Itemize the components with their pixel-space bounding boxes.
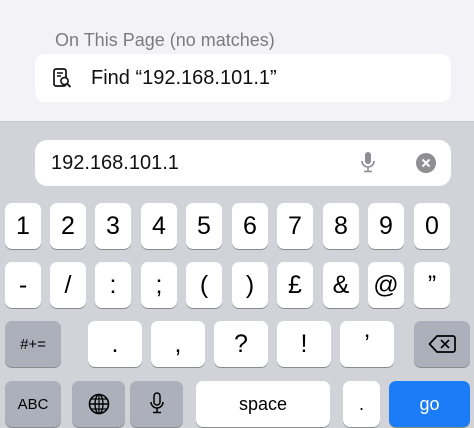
key-6[interactable]: 6 [232, 203, 268, 249]
key-period[interactable]: . [88, 321, 142, 367]
key-hyphen[interactable]: - [5, 262, 41, 308]
key-semicolon[interactable]: ; [141, 262, 177, 308]
key-5[interactable]: 5 [186, 203, 222, 249]
key-0[interactable]: 0 [414, 203, 450, 249]
find-on-page-panel: On This Page (no matches) Find “192.168.… [0, 0, 474, 122]
document-search-icon [51, 67, 73, 89]
key-open-paren[interactable]: ( [186, 262, 222, 308]
key-8[interactable]: 8 [323, 203, 359, 249]
key-comma[interactable]: , [151, 321, 205, 367]
key-close-paren[interactable]: ) [232, 262, 268, 308]
globe-icon [87, 392, 111, 416]
key-1[interactable]: 1 [5, 203, 41, 249]
address-search-bar[interactable] [35, 140, 451, 186]
section-title: On This Page (no matches) [55, 30, 275, 50]
key-7[interactable]: 7 [277, 203, 313, 249]
key-exclamation[interactable]: ! [277, 321, 331, 367]
clear-circle-icon[interactable] [416, 153, 436, 173]
key-2[interactable]: 2 [50, 203, 86, 249]
key-3[interactable]: 3 [95, 203, 131, 249]
key-ampersand[interactable]: & [323, 262, 359, 308]
find-in-page-button[interactable]: Find “192.168.101.1” [35, 54, 451, 102]
key-question[interactable]: ? [214, 321, 268, 367]
key-colon[interactable]: : [95, 262, 131, 308]
key-period-bottom[interactable]: . [343, 381, 380, 427]
divider [0, 121, 474, 122]
go-key[interactable]: go [389, 381, 470, 427]
microphone-icon[interactable] [358, 150, 378, 176]
space-key[interactable]: space [196, 381, 330, 427]
key-quote[interactable]: ” [414, 262, 450, 308]
key-9[interactable]: 9 [368, 203, 404, 249]
abc-key[interactable]: ABC [5, 381, 61, 427]
key-apostrophe[interactable]: ’ [340, 321, 394, 367]
key-at[interactable]: @ [368, 262, 404, 308]
key-slash[interactable]: / [50, 262, 86, 308]
microphone-icon [147, 391, 167, 417]
backspace-icon [428, 334, 456, 354]
key-4[interactable]: 4 [141, 203, 177, 249]
search-input[interactable] [51, 150, 351, 176]
backspace-key[interactable] [414, 321, 470, 367]
key-pound[interactable]: £ [277, 262, 313, 308]
more-symbols-key[interactable]: #+= [5, 321, 61, 367]
globe-key[interactable] [72, 381, 125, 427]
dictation-key[interactable] [130, 381, 183, 427]
find-item-label: Find “192.168.101.1” [91, 67, 277, 89]
